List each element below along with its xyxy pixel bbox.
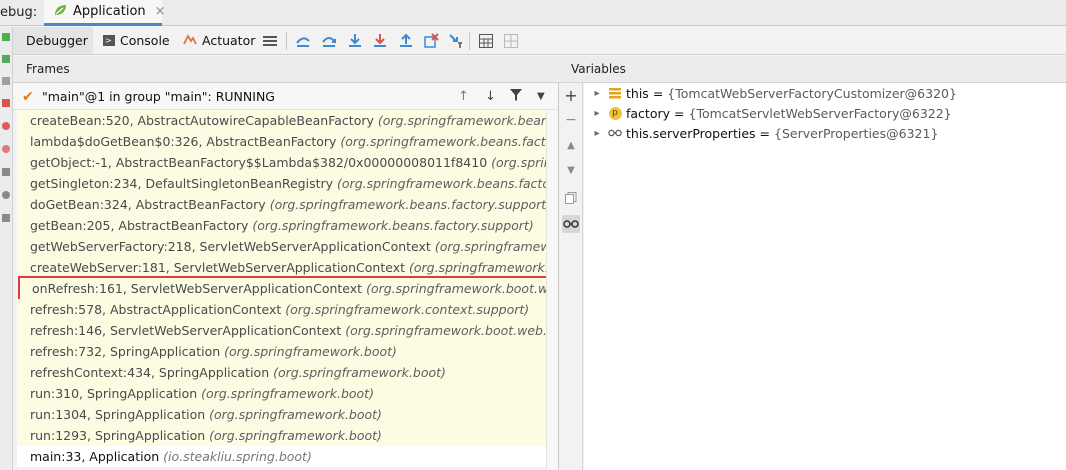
frames-list: createBean:520, AbstractAutowireCapableB… xyxy=(13,110,558,470)
toolbar-divider xyxy=(469,32,470,50)
step-into-icon[interactable] xyxy=(347,33,363,49)
debug-label: ebug: xyxy=(0,5,38,20)
settings-icon[interactable] xyxy=(2,191,10,199)
frame-row[interactable]: getObject:-1, AbstractBeanFactory$$Lambd… xyxy=(17,152,549,173)
glasses-icon[interactable] xyxy=(562,215,580,233)
tab-debugger[interactable]: Debugger xyxy=(13,27,93,54)
frame-row[interactable]: refresh:578, AbstractApplicationContext … xyxy=(17,299,549,320)
frame-row[interactable]: getBean:205, AbstractBeanFactory (org.sp… xyxy=(17,215,549,236)
drop-frame-icon[interactable] xyxy=(423,33,439,49)
thread-selector[interactable]: ✔ "main"@1 in group "main": RUNNING ↑ ↓ … xyxy=(13,84,558,110)
debugger-toolbar: Debugger > Console Actuator xyxy=(13,27,1066,55)
frame-row[interactable]: run:310, SpringApplication (org.springfr… xyxy=(17,383,549,404)
frame-row[interactable]: refresh:146, ServletWebServerApplication… xyxy=(17,320,549,341)
camera-icon[interactable] xyxy=(2,168,10,176)
frame-row[interactable]: getSingleton:234, DefaultSingletonBeanRe… xyxy=(17,173,549,194)
close-icon[interactable]: × xyxy=(155,4,166,19)
show-execution-point-icon[interactable] xyxy=(295,33,311,49)
frame-row[interactable]: run:1293, SpringApplication (org.springf… xyxy=(17,425,549,446)
trace-icon[interactable] xyxy=(503,33,519,49)
thread-label: "main"@1 in group "main": RUNNING xyxy=(42,89,275,104)
resume-icon[interactable] xyxy=(2,55,10,63)
frame-row-highlighted[interactable]: onRefresh:161, ServletWebServerApplicati… xyxy=(18,276,558,301)
frame-row[interactable]: createWebServer:181, ServletWebServerApp… xyxy=(17,257,549,278)
variable-row[interactable]: ▸ p factory = {TomcatServletWebServerFac… xyxy=(584,103,951,123)
expand-arrow-icon[interactable]: ▸ xyxy=(590,128,604,139)
variables-tree: ▸ this = {TomcatWebServerFactoryCustomiz… xyxy=(584,83,1066,470)
view-breakpoints-icon[interactable] xyxy=(2,122,10,130)
step-over-icon[interactable] xyxy=(321,33,337,49)
move-down-icon[interactable]: ▼ xyxy=(562,161,580,179)
tab-actuator[interactable]: Actuator xyxy=(183,27,267,54)
toolbar-divider xyxy=(286,32,287,50)
frame-row[interactable]: getWebServerFactory:218, ServletWebServe… xyxy=(17,236,549,257)
debug-tool-window: ebug: Application × Debugger > Console A… xyxy=(0,0,1066,470)
frame-row[interactable]: main:33, Application (io.steakliu.spring… xyxy=(17,446,549,467)
spring-leaf-icon xyxy=(52,2,68,21)
evaluate-expression-icon[interactable] xyxy=(478,33,494,49)
tab-application[interactable]: Application × xyxy=(44,0,166,26)
stop-icon[interactable] xyxy=(2,99,10,107)
parameter-icon: p xyxy=(608,106,622,120)
arrow-up-icon[interactable]: ↑ xyxy=(458,89,469,104)
frames-scrollbar[interactable] xyxy=(546,110,558,470)
actuator-icon xyxy=(183,32,197,49)
frame-row[interactable]: refresh:732, SpringApplication (org.spri… xyxy=(17,341,549,362)
tab-application-label: Application xyxy=(73,4,146,19)
move-up-icon[interactable]: ▲ xyxy=(562,136,580,154)
layout-icon[interactable] xyxy=(262,33,278,49)
variables-header: Variables xyxy=(558,56,1066,83)
frame-row[interactable]: lambda$doGetBean$0:326, AbstractBeanFact… xyxy=(17,131,549,152)
variable-row[interactable]: ▸ this.serverProperties = {ServerPropert… xyxy=(584,123,938,143)
chevron-down-icon[interactable]: ▼ xyxy=(537,91,545,102)
rerun-icon[interactable] xyxy=(2,33,10,41)
pause-icon[interactable] xyxy=(2,77,10,85)
watch-icon xyxy=(608,126,622,140)
frames-header: Frames xyxy=(13,56,558,83)
expand-arrow-icon[interactable]: ▸ xyxy=(590,88,604,99)
variables-title: Variables xyxy=(571,62,626,76)
add-watch-icon[interactable]: + xyxy=(562,86,580,105)
tab-console[interactable]: > Console xyxy=(103,27,181,54)
variables-toolbar: + − ▲ ▼ xyxy=(558,83,583,470)
variable-row[interactable]: ▸ this = {TomcatWebServerFactoryCustomiz… xyxy=(584,83,956,103)
remove-watch-icon[interactable]: − xyxy=(562,111,580,129)
run-to-cursor-icon[interactable] xyxy=(448,33,464,49)
force-step-into-icon[interactable] xyxy=(372,33,388,49)
object-icon xyxy=(608,86,622,100)
check-icon: ✔ xyxy=(22,89,34,105)
frame-row[interactable]: run:1304, SpringApplication (org.springf… xyxy=(17,404,549,425)
frame-row[interactable]: createBean:520, AbstractAutowireCapableB… xyxy=(17,110,549,131)
step-out-icon[interactable] xyxy=(398,33,414,49)
frame-row[interactable]: refreshContext:434, SpringApplication (o… xyxy=(17,362,549,383)
filter-icon[interactable] xyxy=(510,89,522,105)
tab-console-label: Console xyxy=(120,33,170,48)
frames-title: Frames xyxy=(26,62,70,76)
left-action-strip xyxy=(0,27,13,470)
pin-icon[interactable] xyxy=(2,214,10,222)
arrow-down-icon[interactable]: ↓ xyxy=(485,89,496,104)
mute-breakpoints-icon[interactable] xyxy=(2,145,10,153)
copy-icon[interactable] xyxy=(562,189,580,207)
expand-arrow-icon[interactable]: ▸ xyxy=(590,108,604,119)
console-icon: > xyxy=(103,35,115,46)
tab-actuator-label: Actuator xyxy=(202,33,256,48)
tab-debugger-label: Debugger xyxy=(26,33,88,48)
frame-row[interactable]: doGetBean:324, AbstractBeanFactory (org.… xyxy=(17,194,549,215)
tool-window-tab-strip: ebug: Application × xyxy=(0,0,1066,26)
